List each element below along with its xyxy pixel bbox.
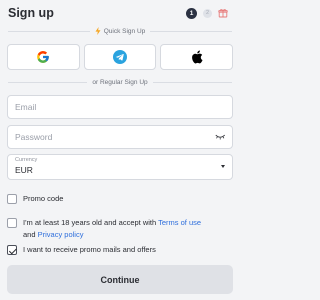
age-terms-checkbox[interactable]	[7, 218, 17, 228]
terms-of-use-link[interactable]: Terms of use	[158, 218, 201, 227]
telegram-signup-button[interactable]	[83, 44, 157, 70]
continue-button[interactable]: Continue	[7, 265, 233, 294]
quick-signup-text: Quick Sign Up	[103, 27, 146, 35]
age-terms-row: I'm at least 18 years old and accept wit…	[7, 217, 230, 240]
step-indicator: 1 2	[186, 7, 228, 19]
caret-down-icon	[221, 165, 225, 168]
google-icon	[37, 51, 50, 63]
apple-icon	[191, 50, 203, 64]
promo-code-label: Promo code	[23, 194, 64, 203]
quick-signup-label: Quick Sign Up	[95, 27, 146, 35]
lightning-icon	[95, 27, 101, 35]
eye-closed-icon[interactable]	[215, 134, 225, 140]
regular-signup-label: or Regular Sign Up	[92, 78, 148, 86]
regular-signup-divider: or Regular Sign Up	[8, 77, 232, 87]
currency-select[interactable]: Currency EUR	[7, 154, 233, 180]
quick-signup-divider: Quick Sign Up	[8, 26, 233, 36]
telegram-icon	[113, 50, 127, 64]
promo-mails-row: I want to receive promo mails and offers	[7, 244, 230, 256]
currency-value: EUR	[15, 165, 33, 175]
password-field[interactable]	[15, 132, 215, 142]
and-text: and	[23, 229, 36, 239]
step-2: 2	[203, 8, 212, 18]
privacy-policy-link[interactable]: Privacy policy	[38, 230, 84, 239]
gift-icon	[218, 9, 228, 18]
apple-signup-button[interactable]	[160, 44, 234, 70]
age-terms-text: I'm at least 18 years old and accept wit…	[23, 218, 157, 227]
header: Sign up 1 2	[8, 4, 232, 22]
promo-code-checkbox[interactable]	[7, 194, 17, 204]
divider-line	[8, 30, 90, 32]
google-signup-button[interactable]	[7, 44, 80, 70]
page-title: Sign up	[8, 6, 54, 20]
social-buttons	[7, 44, 234, 70]
currency-caption: Currency	[15, 157, 38, 163]
age-terms-label: I'm at least 18 years old and accept wit…	[23, 217, 201, 240]
promo-mails-checkbox[interactable]	[7, 245, 17, 255]
step-1: 1	[186, 7, 197, 19]
email-field-wrapper	[7, 95, 233, 119]
promo-code-row: Promo code	[7, 193, 230, 205]
email-field[interactable]	[15, 102, 225, 112]
divider-line	[150, 30, 233, 32]
divider-line	[8, 81, 88, 83]
promo-mails-label: I want to receive promo mails and offers	[23, 245, 156, 254]
password-field-wrapper	[7, 125, 233, 149]
divider-line	[152, 81, 232, 83]
